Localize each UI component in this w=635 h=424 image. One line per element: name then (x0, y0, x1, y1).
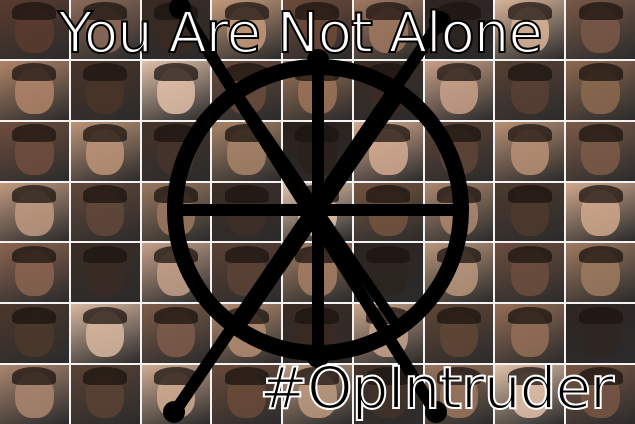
emblem-node-bottom-left (163, 401, 185, 423)
poster: You Are Not Alone #OpIntruder (0, 0, 635, 424)
headline: You Are Not Alone (57, 1, 544, 67)
hashtag: #OpIntruder (258, 354, 615, 422)
